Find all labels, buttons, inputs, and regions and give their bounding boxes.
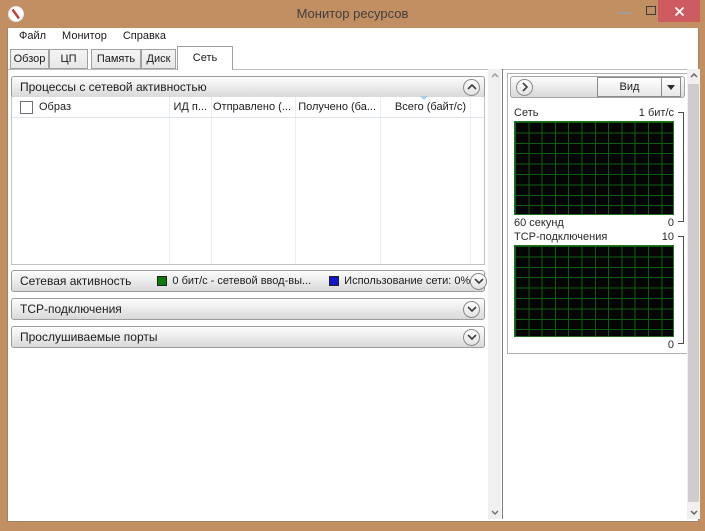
scroll-down-icon[interactable] bbox=[687, 506, 700, 519]
column-separator bbox=[470, 97, 471, 264]
left-pane-scrollbar[interactable] bbox=[488, 69, 501, 519]
column-header-image[interactable]: Образ bbox=[39, 97, 167, 118]
section-listening-ports[interactable]: Прослушиваемые порты bbox=[11, 326, 485, 348]
select-all-checkbox[interactable] bbox=[20, 101, 33, 114]
charts-panel: Вид Сеть 1 бит/с 60 секунд 0 TCP-подключ… bbox=[507, 73, 688, 354]
processes-table: Образ ИД п... Отправлено (... Получено (… bbox=[11, 96, 485, 265]
tab-disk[interactable]: Диск bbox=[141, 49, 176, 69]
chart-tcp-title: TCP-подключения bbox=[514, 231, 608, 243]
chevron-down-icon bbox=[466, 306, 477, 312]
legend-network-io: 0 бит/с - сетевой ввод-вы... bbox=[157, 275, 311, 287]
content-top-edge bbox=[8, 69, 698, 70]
collapse-charts-button[interactable] bbox=[516, 78, 533, 96]
window-title: Монитор ресурсов bbox=[296, 6, 409, 21]
chart-network-scale-bracket bbox=[678, 112, 684, 222]
processes-panel-title: Процессы с сетевой активностью bbox=[20, 80, 207, 94]
chart-network-xlabel: 60 секунд bbox=[514, 217, 564, 229]
legend-network-usage: Использование сети: 0% bbox=[329, 275, 470, 287]
chevron-up-icon bbox=[466, 84, 477, 90]
view-button-label: Вид bbox=[619, 81, 640, 93]
scroll-up-icon[interactable] bbox=[488, 69, 501, 82]
expand-tcp-button[interactable] bbox=[463, 300, 480, 318]
maximize-icon bbox=[646, 6, 656, 15]
resource-monitor-window: Монитор ресурсов Файл Монитор Справка Об… bbox=[0, 0, 705, 531]
minimize-icon bbox=[618, 12, 632, 14]
column-header-received[interactable]: Получено (ба... bbox=[297, 97, 376, 118]
view-dropdown-arrow[interactable] bbox=[661, 78, 680, 96]
section-title: Сетевая активность bbox=[20, 274, 132, 288]
column-header-pid[interactable]: ИД п... bbox=[169, 97, 207, 118]
client-area: Файл Монитор Справка Обзор ЦП Память Дис… bbox=[7, 28, 700, 522]
scroll-down-icon[interactable] bbox=[488, 506, 501, 519]
processes-panel-header[interactable]: Процессы с сетевой активностью bbox=[11, 76, 485, 98]
chevron-down-icon bbox=[474, 278, 484, 284]
section-title: TCP-подключения bbox=[20, 302, 122, 316]
chevron-right-icon bbox=[521, 82, 528, 92]
chart-tcp-scale-bracket bbox=[678, 236, 684, 344]
pane-splitter[interactable] bbox=[502, 69, 503, 519]
close-icon bbox=[674, 6, 684, 16]
tab-network[interactable]: Сеть bbox=[177, 46, 233, 70]
charts-panel-header: Вид bbox=[510, 76, 685, 98]
column-header-total[interactable]: Всего (байт/с) bbox=[382, 97, 466, 118]
menu-monitor[interactable]: Монитор bbox=[54, 28, 115, 46]
chart-network-footer: 60 секунд 0 bbox=[514, 217, 674, 229]
section-network-activity[interactable]: Сетевая активность 0 бит/с - сетевой вво… bbox=[11, 270, 488, 292]
chart-network-title: Сеть bbox=[514, 107, 539, 119]
section-tcp-connections[interactable]: TCP-подключения bbox=[11, 298, 485, 320]
tab-cpu[interactable]: ЦП bbox=[49, 49, 88, 69]
chart-tcp-scale-min: 0 bbox=[667, 339, 674, 351]
minimize-button[interactable] bbox=[608, 0, 638, 22]
menu-bar: Файл Монитор Справка bbox=[8, 28, 174, 46]
column-separator bbox=[211, 97, 212, 264]
chart-tcp-scale-max: 10 bbox=[661, 231, 674, 243]
chart-tcp-labels: TCP-подключения 10 bbox=[514, 231, 674, 243]
expand-network-activity-button[interactable] bbox=[470, 272, 488, 290]
column-separator bbox=[380, 97, 381, 264]
window-scrollbar[interactable] bbox=[687, 69, 700, 519]
dropdown-arrow-icon bbox=[667, 84, 675, 90]
sort-indicator-icon bbox=[420, 96, 428, 100]
table-header-row: Образ ИД п... Отправлено (... Получено (… bbox=[12, 96, 484, 118]
chart-network-labels: Сеть 1 бит/с bbox=[514, 107, 674, 119]
legend-green-swatch bbox=[157, 276, 168, 286]
window-bottom-border bbox=[0, 522, 705, 531]
tab-memory[interactable]: Память bbox=[91, 49, 141, 69]
column-separator bbox=[295, 97, 296, 264]
title-bar: Монитор ресурсов bbox=[0, 0, 705, 28]
chart-tcp-graph bbox=[514, 245, 674, 337]
chart-network-scale-max: 1 бит/с bbox=[638, 107, 674, 119]
tab-overview[interactable]: Обзор bbox=[10, 49, 49, 69]
menu-help[interactable]: Справка bbox=[115, 28, 174, 46]
chart-network-graph bbox=[514, 121, 674, 215]
column-separator bbox=[169, 97, 170, 264]
column-header-sent[interactable]: Отправлено (... bbox=[213, 97, 291, 118]
chevron-down-icon bbox=[466, 334, 477, 340]
scroll-up-icon[interactable] bbox=[687, 69, 700, 82]
legend-blue-swatch bbox=[329, 276, 340, 286]
legend-network-io-label: 0 бит/с - сетевой ввод-вы... bbox=[172, 275, 312, 287]
collapse-processes-button[interactable] bbox=[463, 78, 480, 96]
section-title: Прослушиваемые порты bbox=[20, 330, 158, 344]
view-dropdown-button[interactable]: Вид bbox=[597, 77, 681, 97]
chart-network-scale-min: 0 bbox=[667, 217, 674, 229]
menu-file[interactable]: Файл bbox=[11, 28, 54, 46]
scrollbar-thumb[interactable] bbox=[688, 84, 699, 502]
chart-tcp-footer: 0 bbox=[514, 339, 674, 351]
close-button[interactable] bbox=[658, 0, 700, 22]
legend-network-usage-label: Использование сети: 0% bbox=[344, 275, 471, 287]
expand-ports-button[interactable] bbox=[463, 328, 480, 346]
